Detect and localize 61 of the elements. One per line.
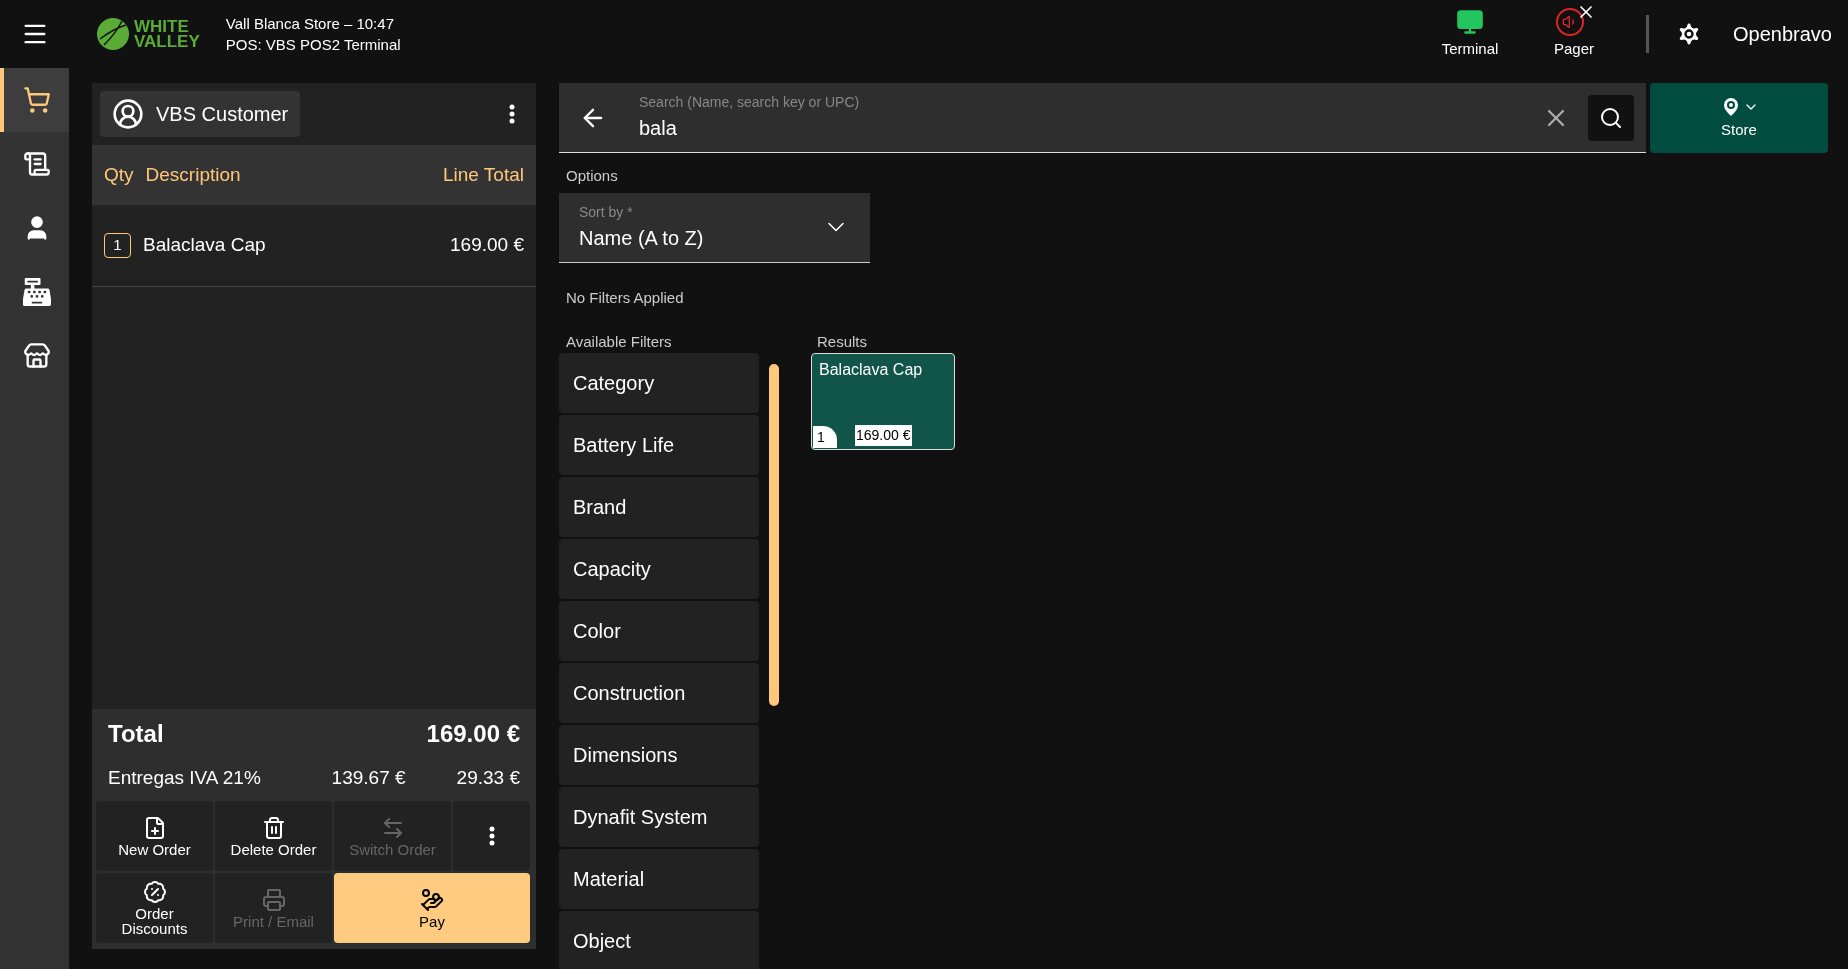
column-heading: Qty [104, 162, 134, 187]
delete-order-button[interactable]: Delete Order [215, 801, 332, 871]
scrollbar-thumb[interactable] [769, 364, 779, 706]
filter-item[interactable]: Dynafit System [559, 787, 759, 847]
total-label: Total [108, 719, 164, 749]
line-total: 169.00 € [450, 233, 524, 258]
filter-item[interactable]: Material [559, 849, 759, 909]
store-time-label: Vall Blanca Store – 10:47 [225, 14, 395, 34]
terminal-label: POS: VBS POS2 Terminal [225, 35, 401, 55]
filter-item[interactable]: Construction [559, 663, 759, 723]
discount-icon [142, 880, 167, 904]
options-label: Options [566, 166, 619, 186]
search-icon [1599, 105, 1623, 130]
filter-item[interactable]: Object [559, 911, 759, 969]
terminal-status-button[interactable]: Terminal [1418, 2, 1523, 66]
customer-button[interactable]: VBS Customer [100, 91, 301, 137]
order-line[interactable]: 1 Balaclava Cap 169.00 € [92, 205, 536, 287]
total-value: 169.00 € [426, 719, 520, 749]
filters-status: No Filters Applied [566, 287, 685, 308]
filter-item[interactable]: Dimensions [559, 725, 759, 785]
product-name: Balaclava Cap [143, 233, 267, 258]
tax-name: Entregas IVA 21% [108, 765, 262, 790]
more-vertical-icon [509, 104, 515, 124]
search-label: Search (Name, search key or UPC) [639, 93, 861, 112]
receipt-icon [22, 150, 51, 178]
quantity-badge: 1 [104, 233, 131, 258]
store-icon [22, 342, 51, 370]
user-name: Openbravo [1733, 22, 1832, 47]
user-circle-icon [112, 98, 144, 130]
printer-icon [261, 887, 286, 912]
discounts-order-button[interactable]: Order Discounts [96, 873, 213, 943]
tax-amount: 29.33 € [456, 765, 520, 790]
sort-by-select[interactable]: Sort by * Name (A to Z) [559, 192, 870, 263]
cash-register-icon [22, 278, 51, 306]
pay-order-button[interactable]: Pay [334, 873, 530, 943]
filters-heading: Available Filters [566, 332, 673, 352]
store-button[interactable]: Store [1650, 83, 1828, 153]
hand-coins-icon [420, 887, 444, 912]
search-button[interactable] [1588, 94, 1634, 141]
sidebar-item[interactable] [0, 68, 69, 132]
filter-item[interactable]: Capacity [559, 539, 759, 599]
pager-status-button[interactable]: Pager [1522, 2, 1627, 66]
more-vertical-icon [488, 826, 495, 846]
filter-item[interactable]: Brand [559, 477, 759, 537]
product-name: Balaclava Cap [819, 360, 923, 380]
search-field[interactable]: Search (Name, search key or UPC) bala [559, 83, 1646, 153]
search-value: bala [639, 116, 678, 141]
new-order-button[interactable]: New Order [96, 801, 213, 871]
brand-logo: WHITE VALLEY [96, 17, 200, 51]
product-price: 169.00 € [855, 425, 912, 446]
tax-base: 139.67 € [331, 765, 407, 790]
filter-item[interactable]: Battery Life [559, 415, 759, 475]
column-heading: Description [145, 162, 242, 187]
quantity-badge: 1 [813, 426, 837, 448]
filter-item[interactable]: Category [559, 353, 759, 413]
cart-icon [22, 86, 51, 114]
trash-icon [261, 815, 286, 840]
product-tile[interactable]: Balaclava Cap 1 169.00 € [811, 353, 955, 450]
filter-item[interactable]: Color [559, 601, 759, 661]
results-heading: Results [817, 332, 869, 352]
column-heading: Line Total [443, 162, 524, 187]
